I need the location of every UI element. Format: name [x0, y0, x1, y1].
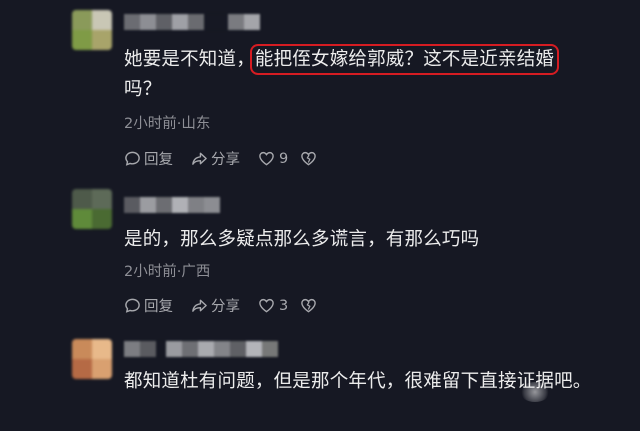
like-button[interactable]: 9	[258, 150, 288, 167]
comment-actions: 回复 分享 9	[124, 148, 335, 169]
comment-item-2: 是的，那么多疑点那么多谎言，有那么巧吗 2小时前·广西 回复 分享 3	[0, 175, 640, 325]
highlighted-text: 能把侄女嫁给郭威？这不是近亲结婚	[249, 44, 560, 75]
comment-item-1: 她要是不知道，能把侄女嫁给郭威？这不是近亲结婚 吗？ 2小时前·山东 回复 分享…	[0, 0, 640, 175]
reply-label: 回复	[144, 152, 173, 168]
reply-button[interactable]: 回复	[124, 148, 173, 169]
watermark-glare	[520, 382, 550, 402]
avatar[interactable]	[72, 339, 112, 379]
comment-item-3: 都知道杜有问题，但是那个年代，很难留下直接证据吧。	[0, 325, 640, 431]
heart-icon	[259, 151, 274, 166]
like-count: 3	[279, 297, 289, 314]
comment-bubble-icon	[125, 298, 140, 313]
heart-icon	[259, 298, 274, 313]
share-button[interactable]: 分享	[191, 148, 240, 169]
dislike-button[interactable]	[300, 297, 317, 314]
comment-text-start: 她要是不知道，	[124, 49, 255, 70]
share-arrow-icon	[192, 152, 207, 165]
username-blurred[interactable]	[124, 197, 220, 213]
comment-meta: 2小时前·广西	[124, 264, 211, 280]
avatar[interactable]	[72, 10, 112, 50]
reply-button[interactable]: 回复	[124, 295, 173, 316]
share-button[interactable]: 分享	[191, 295, 240, 316]
broken-heart-icon	[301, 298, 317, 313]
share-label: 分享	[211, 299, 240, 315]
comment-text-end: 吗？	[124, 79, 162, 100]
broken-heart-icon	[301, 151, 317, 166]
comment-text: 是的，那么多疑点那么多谎言，有那么巧吗	[124, 229, 480, 250]
username-blurred[interactable]	[124, 14, 260, 30]
comment-actions: 回复 分享 3	[124, 295, 335, 316]
reply-label: 回复	[144, 299, 173, 315]
avatar[interactable]	[72, 189, 112, 229]
like-count: 9	[279, 150, 289, 167]
comment-bubble-icon	[125, 151, 140, 166]
comment-text: 她要是不知道，能把侄女嫁给郭威？这不是近亲结婚 吗？	[124, 44, 594, 105]
comment-meta: 2小时前·山东	[124, 116, 211, 132]
like-button[interactable]: 3	[258, 297, 288, 314]
share-arrow-icon	[192, 299, 207, 312]
username-blurred[interactable]	[124, 341, 278, 357]
share-label: 分享	[211, 152, 240, 168]
dislike-button[interactable]	[300, 150, 317, 167]
